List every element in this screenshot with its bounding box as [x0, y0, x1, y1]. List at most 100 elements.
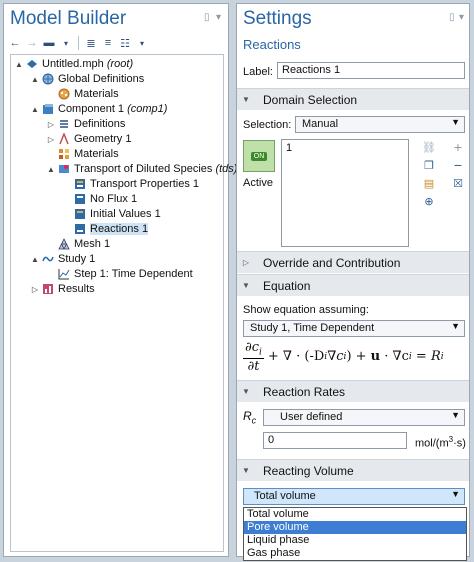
section-title: Equation — [263, 278, 311, 293]
on-switch-icon: ON — [250, 151, 268, 161]
reaction-rates-header[interactable]: ▼ Reaction Rates — [237, 380, 469, 402]
collapse-arrow-icon[interactable]: ▲ — [15, 60, 23, 69]
expand-arrow-icon[interactable]: ▷ — [31, 285, 39, 294]
settings-subtitle: Reactions — [243, 37, 301, 52]
tree-item-definitions[interactable]: ▷ Definitions — [48, 117, 125, 131]
tree-item-global-definitions[interactable]: ▲ Global Definitions — [31, 72, 145, 86]
equation-header[interactable]: ▼ Equation — [237, 274, 469, 296]
expand-tree-icon[interactable]: ≣ — [84, 36, 98, 50]
override-contribution-header[interactable]: ▷ Override and Contribution — [237, 251, 469, 273]
eq-term: ) + — [346, 349, 371, 365]
tree-item-label: Component 1 — [58, 103, 125, 115]
tree-item-label: Transport of Diluted Species — [74, 163, 213, 175]
equation-study-value: Study 1, Time Dependent — [250, 322, 375, 334]
chevron-down-icon: ▼ — [451, 117, 460, 127]
clipboard-icon[interactable]: ▤ — [422, 176, 436, 190]
tree-item-label: Untitled.mph — [42, 58, 104, 70]
section-expanded-icon: ▼ — [242, 281, 250, 290]
selection-dropdown[interactable]: Manual ▼ — [295, 116, 465, 133]
dropdown-icon[interactable]: ▾ — [59, 36, 73, 50]
collapse-arrow-icon[interactable]: ▲ — [47, 165, 55, 174]
study-icon — [41, 253, 55, 265]
pin-icon[interactable]: ▯ — [204, 12, 210, 23]
reaction-rate-dropdown[interactable]: User defined ▼ — [263, 409, 465, 426]
tree-item-component-materials[interactable]: Materials — [57, 147, 119, 161]
settings-title: Settings — [243, 8, 312, 29]
forward-arrow-icon[interactable]: → — [25, 36, 39, 50]
tree-item-initial-values[interactable]: Initial Values 1 — [73, 207, 161, 221]
domain-list-item[interactable]: 1 — [286, 142, 292, 154]
reacting-volume-dropdown[interactable]: Total volume ▼ — [243, 488, 465, 505]
tree-item-label: Mesh 1 — [74, 238, 111, 250]
unit-text: mol/(m — [415, 437, 449, 450]
tree-item-root[interactable]: ▲ Untitled.mph (root) — [15, 57, 134, 71]
feature-icon — [73, 178, 87, 190]
domain-list[interactable]: 1 — [281, 139, 409, 247]
definitions-icon — [57, 118, 71, 130]
pin-icon[interactable]: ▯ — [449, 12, 455, 23]
remove-icon[interactable]: − — [451, 157, 465, 173]
tree-view-icon[interactable]: ☷ — [118, 36, 132, 50]
panel-menu-icon[interactable]: ▾ — [216, 12, 221, 23]
eq-velocity: u — [370, 349, 381, 365]
equation-assume-caption: Show equation assuming: — [243, 304, 369, 316]
label-field[interactable]: Reactions 1 — [277, 62, 465, 79]
expand-arrow-icon[interactable]: ▷ — [47, 135, 55, 144]
materials-icon — [57, 88, 71, 100]
tree-item-geometry-1[interactable]: ▷ Geometry 1 — [48, 132, 131, 146]
tree-item-mesh[interactable]: Mesh 1 — [57, 237, 110, 251]
copy-icon[interactable]: ❐ — [422, 158, 436, 172]
chevron-down-icon: ▼ — [451, 321, 460, 331]
tree-item-reactions[interactable]: Reactions 1 — [73, 222, 149, 236]
option-total-volume[interactable]: Total volume — [244, 508, 466, 521]
tree-options-icon[interactable]: ▾ — [135, 36, 149, 50]
collapse-arrow-icon[interactable]: ▲ — [31, 75, 39, 84]
active-toggle-button[interactable]: ON — [243, 140, 275, 172]
zoom-selection-icon[interactable]: ⊕ — [422, 194, 436, 208]
tree-item-results[interactable]: ▷ Results — [32, 282, 95, 296]
tree-item-study[interactable]: ▲ Study 1 — [31, 252, 96, 266]
toolbar-divider — [78, 36, 79, 50]
option-pore-volume[interactable]: Pore volume — [244, 521, 466, 534]
eq-sub: i — [259, 347, 262, 358]
component-icon — [41, 103, 55, 115]
reacting-volume-header[interactable]: ▼ Reacting Volume — [237, 459, 469, 481]
unit-tail: ·s) — [453, 437, 466, 450]
collapse-arrow-icon[interactable]: ▲ — [31, 255, 39, 264]
tree-item-global-materials[interactable]: Materials — [57, 87, 119, 101]
option-gas-phase[interactable]: Gas phase — [244, 547, 466, 560]
tree-item-transport-diluted-species[interactable]: ▲ Transport of Diluted Species (tds) — [47, 162, 237, 176]
option-liquid-phase[interactable]: Liquid phase — [244, 534, 466, 547]
eq-numerator: ∂c — [245, 340, 260, 355]
tree-item-label: Global Definitions — [58, 73, 145, 85]
section-title: Reaction Rates — [263, 384, 346, 399]
tree-item-step-1[interactable]: Step 1: Time Dependent — [57, 267, 193, 281]
collapse-arrow-icon[interactable]: ▲ — [31, 105, 39, 114]
paste-selection-icon[interactable]: ⛓ — [422, 140, 436, 154]
panel-menu-icon[interactable]: ▾ — [459, 12, 464, 23]
tree-item-tag: (root) — [106, 58, 134, 70]
chevron-down-icon: ▼ — [451, 489, 460, 499]
reaction-rate-input[interactable]: 0 — [263, 432, 407, 449]
tree-item-component-1[interactable]: ▲ Component 1 (comp1) — [31, 102, 167, 116]
show-icon[interactable]: ▬ — [42, 36, 56, 50]
expand-arrow-icon[interactable]: ▷ — [47, 120, 55, 129]
tree-item-label: Materials — [74, 88, 119, 100]
mesh-icon — [57, 238, 71, 250]
step-icon — [57, 268, 71, 280]
model-tree: ▲ Untitled.mph (root) ▲ Global Definitio… — [10, 54, 237, 552]
active-label: Active — [243, 177, 273, 189]
tree-item-label: Study 1 — [58, 253, 96, 265]
section-expanded-icon: ▼ — [242, 466, 250, 475]
equation-study-dropdown[interactable]: Study 1, Time Dependent ▼ — [243, 320, 465, 337]
selection-caption: Selection: — [243, 119, 292, 131]
tree-item-no-flux[interactable]: No Flux 1 — [73, 192, 137, 206]
back-arrow-icon[interactable]: ← — [8, 36, 22, 50]
model-builder-title: Model Builder — [10, 8, 127, 29]
collapse-tree-icon[interactable]: ≡ — [101, 36, 115, 50]
selection-value: Manual — [302, 118, 339, 130]
clear-selection-icon[interactable]: ☒ — [451, 176, 465, 190]
add-icon[interactable]: + — [451, 139, 465, 155]
tree-item-transport-properties[interactable]: Transport Properties 1 — [73, 177, 199, 191]
domain-selection-header[interactable]: ▼ Domain Selection — [237, 88, 469, 110]
